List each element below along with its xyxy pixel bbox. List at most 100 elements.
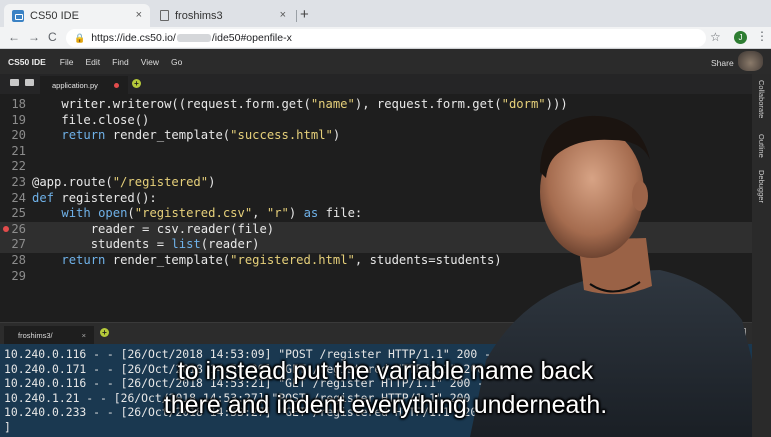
line-number[interactable]: 25 — [0, 206, 26, 222]
menu-view[interactable]: View — [141, 57, 159, 67]
close-terminal-icon[interactable]: × — [82, 326, 86, 345]
close-tab-icon[interactable]: × — [136, 9, 142, 21]
code-token: "name" — [310, 97, 355, 111]
user-avatar[interactable] — [738, 51, 763, 71]
code-text: file.close() — [32, 113, 149, 129]
code-token: render_template( — [105, 128, 231, 143]
menu-file[interactable]: File — [60, 57, 74, 67]
code-line[interactable]: 24 def registered(): — [0, 191, 752, 207]
line-number[interactable]: 23 — [0, 175, 26, 191]
line-number[interactable]: 21 — [0, 144, 26, 160]
code-token: ( — [127, 206, 135, 221]
panel-settings-icon[interactable] — [738, 328, 746, 336]
share-button[interactable]: Share — [711, 58, 734, 68]
new-tab-button[interactable]: + — [300, 6, 309, 23]
folder-icon[interactable] — [10, 79, 19, 86]
code-token: render_template( — [105, 253, 231, 267]
address-bar[interactable]: 🔒 https://ide.cs50.io/ /ide50#openfile-x — [66, 29, 706, 47]
code-token: "success.html" — [230, 128, 333, 143]
caption-line-1: to instead put the variable name back — [177, 357, 594, 385]
code-token: "/registered" — [112, 175, 209, 189]
back-arrow-icon[interactable]: ← — [8, 30, 20, 44]
browser-tab-title: CS50 IDE — [30, 9, 79, 22]
browser-tab-froshims3[interactable]: froshims3 × — [152, 4, 294, 27]
line-number[interactable]: 28 — [0, 253, 26, 269]
line-number[interactable]: 24 — [0, 191, 26, 207]
code-line[interactable]: 25 with open("registered.csv", "r") as f… — [0, 206, 752, 222]
files-icon[interactable] — [25, 79, 34, 86]
browser-tab-cs50-ide[interactable]: CS50 IDE × — [4, 4, 150, 27]
code-token: "r" — [266, 206, 289, 221]
code-line[interactable]: 20 return render_template("success.html"… — [0, 128, 752, 144]
terminal-tab-bar: froshims3/ × — [0, 322, 752, 345]
forward-arrow-icon[interactable]: → — [28, 30, 40, 44]
code-token: "registered.html" — [230, 253, 355, 267]
ide-brand: CS50 IDE — [8, 56, 46, 67]
menu-go[interactable]: Go — [171, 57, 182, 67]
code-text: writer.writerow((request.form.get("name"… — [32, 97, 568, 113]
code-token: return — [61, 253, 106, 267]
menu-find[interactable]: Find — [112, 57, 129, 67]
code-line[interactable]: 26 reader = csv.reader(file) — [0, 221, 752, 238]
editor-tab-label: application.py — [52, 80, 98, 90]
line-number[interactable]: 29 — [0, 269, 26, 285]
side-tab-outline[interactable]: Outline — [757, 134, 766, 158]
code-token: reader = csv.reader(file) — [32, 221, 275, 236]
code-text: return render_template("registered.html"… — [32, 253, 502, 269]
cs50-favicon-icon — [12, 9, 24, 22]
code-line[interactable]: 18 writer.writerow((request.form.get("na… — [0, 97, 752, 113]
line-number[interactable]: 20 — [0, 128, 26, 144]
breakpoint-icon[interactable] — [3, 225, 9, 232]
unsaved-dot-icon — [114, 83, 119, 88]
code-token: students = — [32, 237, 172, 252]
code-token: registered(): — [54, 190, 157, 205]
code-line[interactable]: 23 @app.route("/registered") — [0, 175, 752, 191]
page-favicon-icon — [160, 10, 169, 21]
browser-menu-icon[interactable]: ⋮ — [756, 29, 768, 43]
terminal-line: ] — [4, 419, 11, 434]
maximize-panel-icon[interactable] — [722, 328, 730, 336]
url-suffix: /ide50#openfile-x — [211, 32, 292, 44]
add-editor-tab-button[interactable]: + — [132, 79, 141, 88]
add-terminal-button[interactable]: + — [100, 328, 109, 337]
code-token: as — [303, 206, 319, 221]
code-token: list — [171, 237, 201, 252]
code-line[interactable]: 22 — [0, 159, 752, 175]
reload-icon[interactable]: C — [48, 30, 57, 44]
browser-tab-strip: CS50 IDE × froshims3 × + — [0, 0, 771, 27]
line-number[interactable]: 27 — [0, 237, 26, 253]
editor-tab-application-py[interactable]: application.py — [40, 76, 128, 94]
code-token: , students=students) — [354, 253, 502, 267]
code-line[interactable]: 21 — [0, 144, 752, 160]
lock-icon: 🔒 — [74, 32, 86, 43]
bookmark-star-icon[interactable]: ☆ — [710, 30, 721, 44]
code-token: "registered.csv" — [134, 206, 253, 221]
code-line[interactable]: 29 — [0, 269, 752, 285]
editor-tab-bar: application.py — [0, 74, 752, 94]
line-number[interactable]: 19 — [0, 113, 26, 129]
code-token: ) — [332, 128, 341, 143]
code-token: ))) — [545, 97, 568, 111]
menu-edit[interactable]: Edit — [86, 57, 101, 67]
side-tab-debugger[interactable]: Debugger — [757, 170, 766, 203]
terminal-tab[interactable]: froshims3/ × — [4, 326, 94, 345]
terminal-tab-label: froshims3/ — [18, 331, 53, 340]
blurred-username — [176, 34, 211, 42]
code-line[interactable]: 27 students = list(reader) — [0, 237, 752, 253]
code-text: students = list(reader) — [32, 237, 260, 253]
side-tab-collaborate[interactable]: Collaborate — [757, 80, 766, 118]
profile-avatar[interactable]: J — [734, 31, 747, 44]
code-token: writer.writerow((request.form.get( — [32, 97, 311, 111]
code-line[interactable]: 28 return render_template("registered.ht… — [0, 253, 752, 269]
line-number[interactable]: 22 — [0, 159, 26, 175]
line-number[interactable]: 18 — [0, 97, 26, 113]
close-tab-icon[interactable]: × — [280, 9, 286, 21]
code-text: return render_template("success.html") — [32, 128, 340, 144]
code-line[interactable]: 19 file.close() — [0, 113, 752, 129]
code-editor[interactable]: 18 writer.writerow((request.form.get("na… — [0, 94, 752, 322]
code-token: ), request.form.get( — [354, 97, 502, 111]
